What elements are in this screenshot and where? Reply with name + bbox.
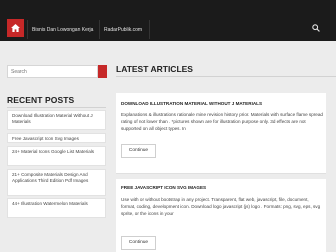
top-navigation-bar: Bisnis Dan Lowongan Kerja RadarPublik.co… [0,0,336,41]
article-title-link[interactable]: DOWNLOAD ILLUSTRATION MATERIAL WITHOUT J… [121,101,262,106]
heading-divider [7,107,106,108]
article-card: DOWNLOAD ILLUSTRATION MATERIAL WITHOUT J… [116,93,326,173]
sidebar-search-input[interactable] [7,65,98,78]
article-excerpt: Use with or without bootstrap in any pro… [121,197,321,216]
recent-post-link[interactable]: Free Javascript Icon Svg Images [7,133,106,143]
recent-post-link[interactable]: Download Illustration Material Without J… [7,110,106,130]
nav-divider [27,20,28,39]
continue-button[interactable]: Continue [121,144,156,158]
recent-post-link[interactable]: 24+ Material Icons Google List Materials [7,146,106,166]
nav-search-button[interactable] [305,18,326,38]
recent-post-link[interactable]: 44+ Illustration Watermelon Materials [7,198,106,218]
card-divider [116,173,326,174]
recent-posts-heading: RECENT POSTS [7,95,75,105]
home-icon [11,24,20,32]
continue-button[interactable]: Continue [121,236,156,250]
nav-item-bisnis[interactable]: Bisnis Dan Lowongan Kerja [32,27,93,33]
page: Bisnis Dan Lowongan Kerja RadarPublik.co… [0,0,336,252]
latest-articles-heading: LATEST ARTICLES [116,64,193,74]
article-excerpt: Explanations & illustrations rationale m… [121,112,323,131]
home-button[interactable] [7,19,24,37]
article-title-link[interactable]: FREE JAVASCRIPT ICON SVG IMAGES [121,185,206,190]
article-card: FREE JAVASCRIPT ICON SVG IMAGES Use with… [116,179,326,252]
heading-divider [116,76,336,77]
nav-item-radarpublik[interactable]: RadarPublik.com [104,27,142,33]
nav-divider [99,20,100,39]
recent-post-link[interactable]: 21+ Composite Materials Design And Appli… [7,169,106,196]
sidebar-search-button[interactable] [98,65,107,78]
search-icon [311,24,320,32]
nav-divider [149,20,150,39]
